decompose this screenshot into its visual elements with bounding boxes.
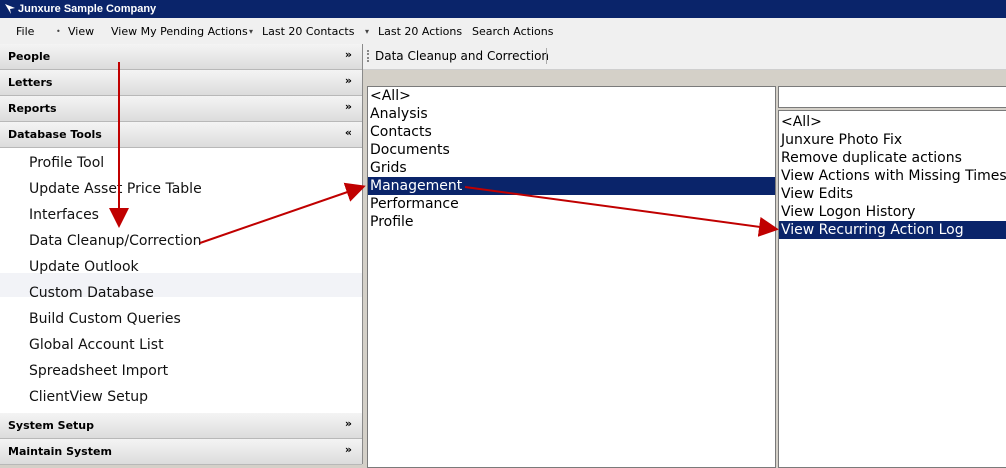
nav-link-interfaces[interactable]: Interfaces [29,207,99,223]
menu-last-contacts[interactable]: Last 20 Contacts [262,25,354,38]
category-reports[interactable]: Reports » [0,96,362,122]
menu-pending-actions[interactable]: View My Pending Actions [111,25,248,38]
menu-file[interactable]: File [16,25,34,38]
list-item[interactable]: View Actions with Missing Times [779,167,1006,185]
category-label: People [8,50,51,63]
tool-search-input[interactable] [778,86,1006,108]
list-item[interactable]: Profile [368,213,775,231]
double-chevron-up-icon: « [344,126,352,139]
category-label: Reports [8,102,57,115]
nav-link-custom-database[interactable]: Custom Database [29,285,154,301]
toolbar-divider [546,48,547,64]
double-chevron-down-icon: » [344,417,352,430]
nav-link-data-cleanup[interactable]: Data Cleanup/Correction [29,233,202,249]
title-bar: Junxure Sample Company [0,0,1006,18]
double-chevron-down-icon: » [344,74,352,87]
nav-link-update-outlook[interactable]: Update Outlook [29,259,139,275]
left-navigation: People » Letters » Reports » Database To… [0,44,363,465]
menu-separator: ▾ [249,27,254,36]
window-title: Junxure Sample Company [18,3,157,15]
menu-search-actions[interactable]: Search Actions [472,25,553,38]
nav-link-global-account-list[interactable]: Global Account List [29,337,164,353]
list-item[interactable]: Contacts [368,123,775,141]
menu-last-actions[interactable]: Last 20 Actions [378,25,462,38]
category-label: Maintain System [8,445,112,458]
category-label: Database Tools [8,128,102,141]
double-chevron-down-icon: » [344,100,352,113]
category-label: System Setup [8,419,94,432]
double-chevron-down-icon: » [344,443,352,456]
nav-link-clientview-setup[interactable]: ClientView Setup [29,389,148,405]
list-item[interactable]: Documents [368,141,775,159]
menu-separator: • [56,27,61,36]
category-letters[interactable]: Letters » [0,70,362,96]
breadcrumb-bar: Data Cleanup and Correction [363,44,1006,70]
tool-list[interactable]: <All> Junxure Photo Fix Remove duplicate… [778,110,1006,468]
category-database-tools[interactable]: Database Tools « [0,122,362,148]
list-item[interactable]: Performance [368,195,775,213]
list-item[interactable]: View Logon History [779,203,1006,221]
list-item-selected[interactable]: View Recurring Action Log [779,221,1006,239]
list-item[interactable]: Remove duplicate actions [779,149,1006,167]
list-item[interactable]: <All> [779,113,1006,131]
list-item[interactable]: <All> [368,87,775,105]
list-item[interactable]: Analysis [368,105,775,123]
category-list[interactable]: <All> Analysis Contacts Documents Grids … [367,86,776,468]
breadcrumb: Data Cleanup and Correction [375,49,550,63]
nav-link-update-asset-price-table[interactable]: Update Asset Price Table [29,181,202,197]
category-system-setup[interactable]: System Setup » [0,413,362,439]
list-item[interactable]: Junxure Photo Fix [779,131,1006,149]
list-item-selected[interactable]: Management [368,177,775,195]
category-maintain-system[interactable]: Maintain System » [0,439,362,465]
nav-link-spreadsheet-import[interactable]: Spreadsheet Import [29,363,168,379]
category-label: Letters [8,76,53,89]
category-people[interactable]: People » [0,44,362,70]
menu-view[interactable]: View [68,25,94,38]
nav-link-build-custom-queries[interactable]: Build Custom Queries [29,311,181,327]
double-chevron-down-icon: » [344,48,352,61]
menu-bar: File • View View My Pending Actions ▾ La… [0,18,1006,45]
list-item[interactable]: Grids [368,159,775,177]
nav-link-profile-tool[interactable]: Profile Tool [29,155,104,171]
junxure-logo-icon [5,4,15,14]
toolbar-grip-icon [367,50,371,62]
menu-separator: ▾ [365,27,370,36]
list-item[interactable]: View Edits [779,185,1006,203]
